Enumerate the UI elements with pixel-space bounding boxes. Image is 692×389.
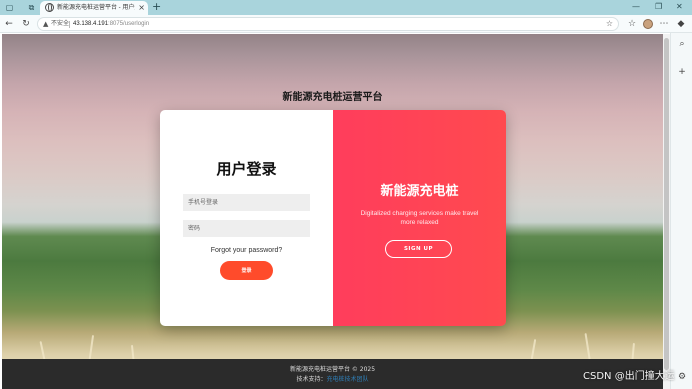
csdn-watermark: CSDN @出门撞大运 [583, 371, 675, 382]
tech-support-label: 技术支持： [296, 376, 327, 383]
profile-icon[interactable] [643, 19, 653, 29]
url-path: :8075/userlogin [108, 21, 150, 27]
footer-copyright: 新能源充电桩运营平台 © 2025 [289, 366, 376, 373]
login-button[interactable]: 登录 [220, 261, 273, 280]
minimize-icon[interactable]: — [632, 1, 640, 13]
warning-icon[interactable]: ▲ [43, 19, 48, 30]
vertical-scrollbar[interactable] [663, 34, 670, 389]
password-input[interactable] [183, 220, 310, 237]
workspaces-icon[interactable]: ⧉ [26, 2, 37, 13]
refresh-icon[interactable]: ↻ [20, 18, 32, 30]
login-card: 用户登录 Forgot your password? 登录 新能源充电桩 Dig… [160, 110, 506, 326]
browser-tab[interactable]: 新能源充电桩运营平台 - 用户登录 × [40, 1, 148, 15]
page-viewport: 新能源充电桩运营平台 用户登录 Forgot your password? 登录… [2, 34, 663, 389]
phone-input[interactable] [183, 194, 310, 211]
address-separator [69, 21, 70, 28]
forgot-password-link[interactable]: Forgot your password? [160, 247, 333, 254]
favorites-icon[interactable]: ☆ [626, 18, 638, 30]
page-footer: 新能源充电桩运营平台 © 2025 技术支持：充电桩技术团队 [2, 359, 663, 389]
search-icon[interactable]: ⌕ [676, 38, 688, 50]
settings-icon[interactable]: ⚙ [676, 371, 688, 383]
globe-icon [45, 3, 54, 12]
address-bar[interactable]: ▲ 不安全 43.138.4.191:8075/userlogin ☆ [37, 17, 619, 31]
tech-support-link[interactable]: 充电桩技术团队 [327, 376, 369, 383]
login-title: 用户登录 [216, 160, 277, 178]
browser-side-panel: ⌕ + ⚙ [670, 33, 692, 389]
copilot-icon[interactable]: ◆ [675, 18, 687, 30]
scrollbar-thumb[interactable] [664, 38, 669, 370]
sidebar-icon[interactable]: ▢ [4, 2, 15, 13]
brand-title: 新能源充电桩 [380, 184, 459, 199]
back-icon[interactable]: ← [3, 18, 15, 30]
more-icon[interactable]: ⋯ [658, 18, 670, 30]
star-icon[interactable]: ☆ [606, 18, 613, 30]
signup-button[interactable]: SIGN UP [385, 240, 452, 258]
not-secure-label[interactable]: 不安全 [51, 19, 69, 30]
close-window-icon[interactable]: ✕ [676, 1, 683, 13]
close-tab-icon[interactable]: × [138, 2, 145, 13]
browser-tab-bar: ▢ ⧉ 新能源充电桩运营平台 - 用户登录 × + — ❐ ✕ [0, 0, 692, 15]
browser-nav-bar: ← ↻ ▲ 不安全 43.138.4.191:8075/userlogin ☆ … [0, 15, 692, 33]
url-text[interactable]: 43.138.4.191:8075/userlogin [73, 19, 149, 30]
url-host: 43.138.4.191 [73, 21, 109, 27]
new-tab-button[interactable]: + [152, 1, 161, 13]
footer-tech-support: 技术支持：充电桩技术团队 [2, 374, 663, 383]
page-title: 新能源充电桩运营平台 [282, 92, 383, 103]
restore-icon[interactable]: ❐ [655, 1, 662, 13]
login-panel: 用户登录 Forgot your password? 登录 [160, 110, 333, 326]
add-icon[interactable]: + [676, 66, 688, 78]
tab-title: 新能源充电桩运营平台 - 用户登录 [57, 5, 135, 11]
brand-tagline: Digitalized charging services make trave… [360, 210, 479, 226]
overlay-panel: 新能源充电桩 Digitalized charging services mak… [333, 110, 506, 326]
